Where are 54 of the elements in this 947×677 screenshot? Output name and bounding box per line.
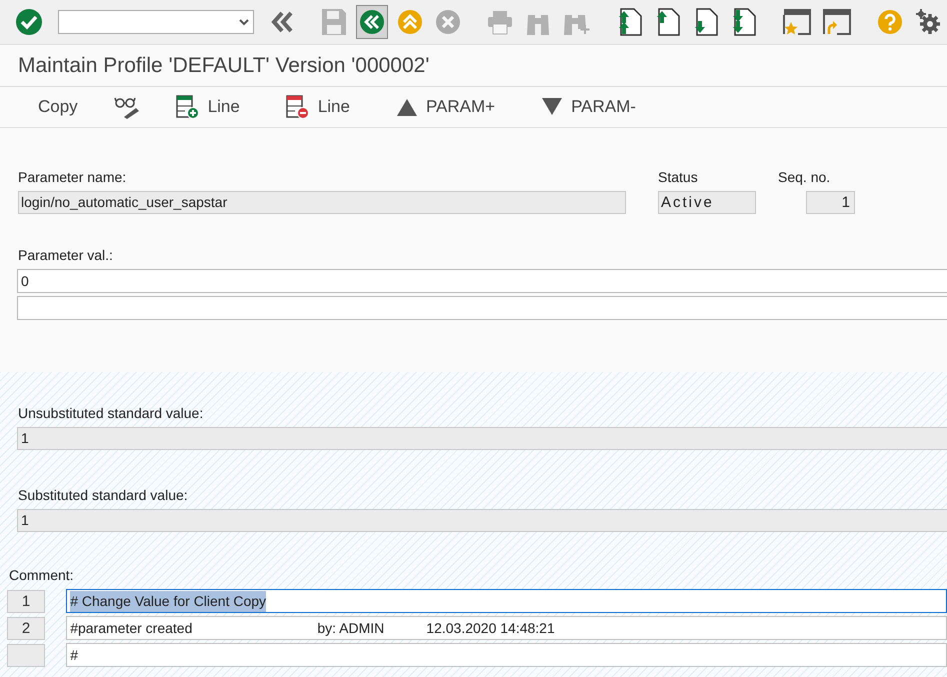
- printer-icon: [487, 9, 513, 35]
- line-number: 2: [7, 616, 46, 640]
- page-double-down-arrow-icon: [731, 8, 757, 36]
- line-number: 1: [7, 590, 46, 612]
- window-curved-arrow-icon: [823, 9, 851, 35]
- status-field: Active: [658, 191, 756, 214]
- page-down-arrow-icon: [693, 8, 719, 36]
- glasses-pencil-icon: [114, 95, 140, 119]
- glasses-pencil-button[interactable]: [114, 95, 140, 119]
- comment-text: #parameter created: [70, 618, 192, 638]
- page-double-up-arrow-icon: [617, 8, 643, 36]
- add-row-icon: [176, 95, 200, 119]
- comment-text: by: ADMIN: [317, 618, 384, 638]
- standard-value-field: 1: [17, 427, 947, 450]
- delete-line-button[interactable]: Line: [276, 91, 360, 123]
- double-chevron-left-icon: [270, 11, 294, 33]
- command-field[interactable]: [58, 10, 254, 34]
- field-label: Comment:: [9, 566, 75, 584]
- parameter-value-input[interactable]: [17, 296, 947, 320]
- field-label: Parameter name:: [18, 168, 128, 186]
- field-label: Parameter val.:: [18, 246, 114, 264]
- insert-line-button[interactable]: Line: [166, 91, 250, 123]
- cancel-icon: [435, 9, 461, 35]
- comment-text: # Change Value for Client Copy: [70, 590, 266, 612]
- window-star-icon: [783, 9, 811, 35]
- back-button[interactable]: [356, 5, 388, 39]
- text-button[interactable]: Copy: [28, 91, 88, 123]
- settings-icon: [915, 9, 941, 35]
- comment-text: #: [70, 646, 78, 664]
- parameter-name-field: login/no_automatic_user_sapstar: [18, 191, 626, 214]
- field-label: Substituted standard value:: [18, 486, 189, 504]
- standard-value-field: 1: [17, 509, 947, 532]
- double-chevron-up-icon: [397, 9, 423, 35]
- check-icon: [15, 8, 43, 36]
- back-icon: [359, 9, 385, 35]
- triangle-up-icon: [396, 98, 418, 116]
- field-label: Status: [658, 168, 699, 186]
- comment-line-field[interactable]: #: [66, 643, 947, 667]
- sequence-number-field: 1: [806, 191, 855, 214]
- up-button[interactable]: PARAM+: [386, 91, 506, 123]
- dropdown-caret-icon: [239, 18, 249, 26]
- comment-line-field[interactable]: # Change Value for Client Copy: [66, 589, 947, 613]
- comment-text: 12.03.2020 14:48:21: [426, 618, 555, 638]
- parameter-value-input[interactable]: 0: [17, 269, 947, 293]
- line-number: [7, 644, 46, 666]
- down-button[interactable]: PARAM-: [531, 91, 646, 123]
- field-label: Seq. no.: [778, 168, 832, 186]
- comment-line-field[interactable]: #parameter created by: ADMIN 12.03.2020 14:48:21: [66, 616, 947, 640]
- field-label: Unsubstituted standard value:: [18, 404, 204, 422]
- triangle-down-icon: [541, 98, 564, 116]
- help-icon: [877, 9, 903, 35]
- remove-row-icon: [286, 95, 310, 119]
- window-title: Maintain Profile 'DEFAULT' Version '000002': [18, 52, 430, 79]
- page-up-arrow-icon: [655, 8, 681, 36]
